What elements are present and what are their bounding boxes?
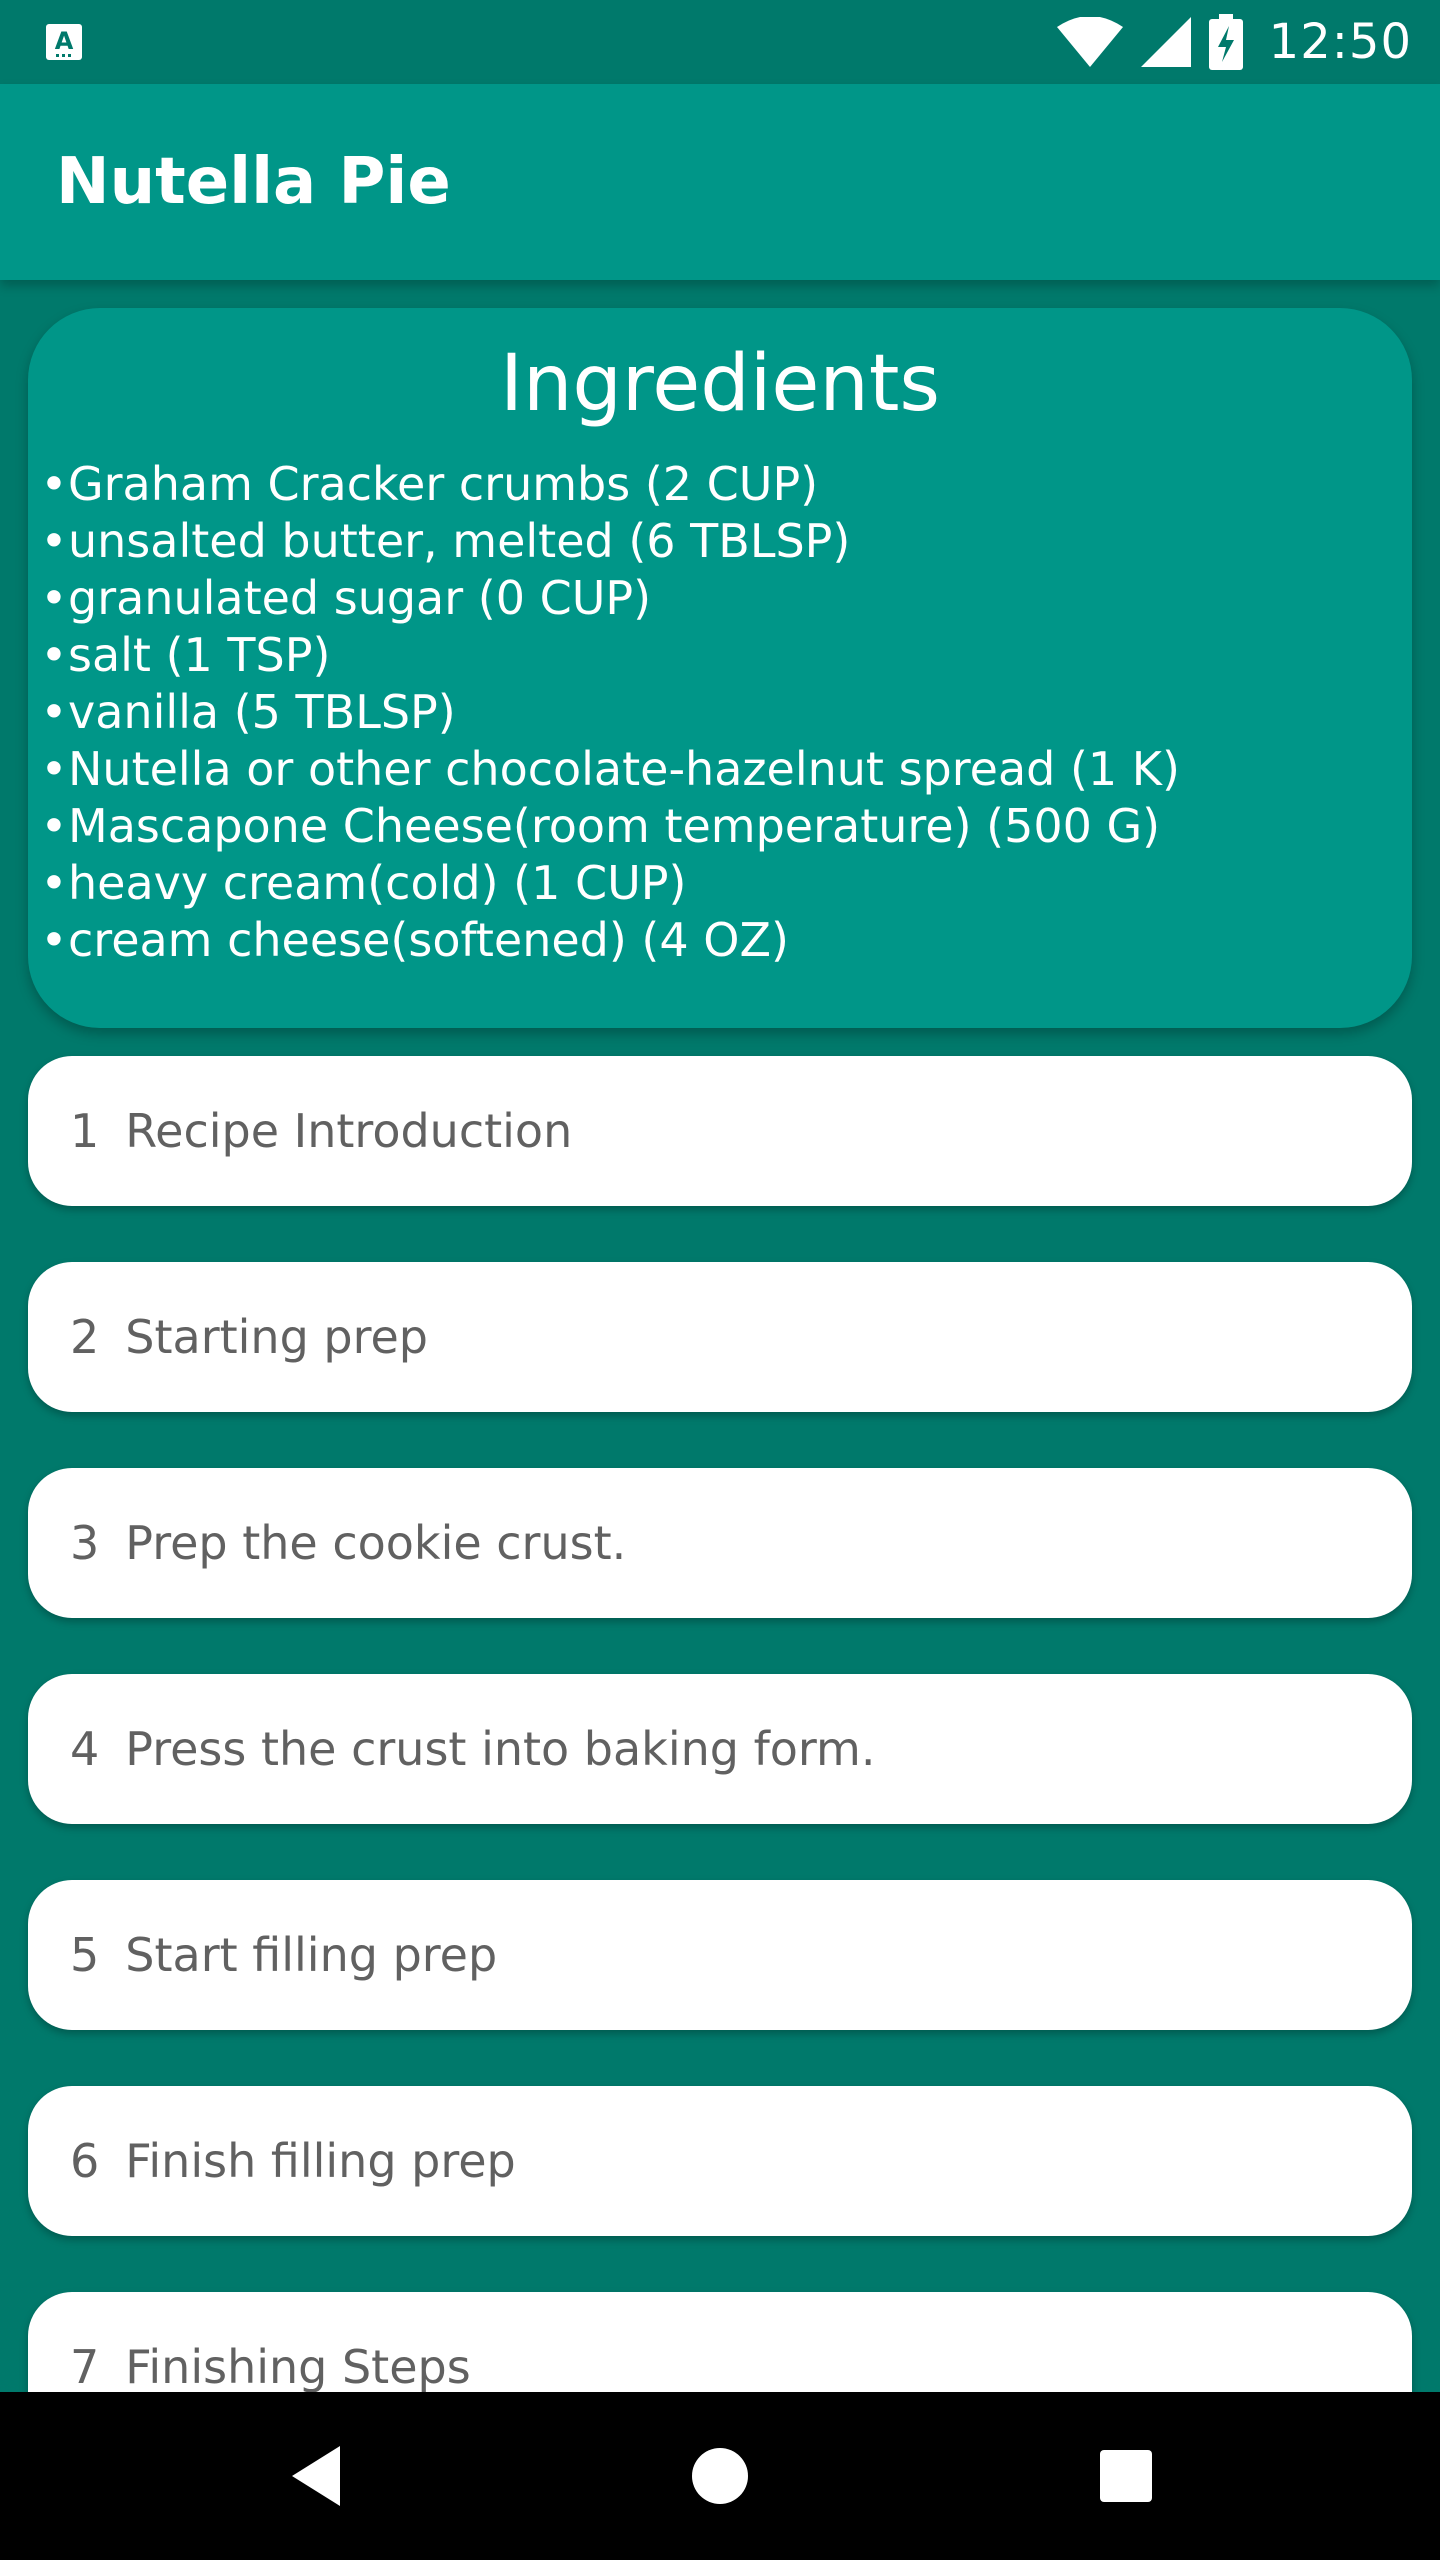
ingredient-item: •Mascapone Cheese(room temperature) (500…	[40, 798, 1180, 855]
step-number: 7	[70, 2340, 100, 2392]
ingredient-item: •granulated sugar (0 CUP)	[40, 570, 1180, 627]
recents-button[interactable]	[1082, 2432, 1170, 2520]
bullet: •	[40, 913, 68, 967]
ingredient-text: Graham Cracker crumbs (2 CUP)	[68, 457, 819, 511]
bullet: •	[40, 571, 68, 625]
step-card-5[interactable]: 5 Start filling prep	[28, 1880, 1412, 2030]
ingredient-item: •vanilla (5 TBLSP)	[40, 684, 1180, 741]
step-label: Press the crust into baking form.	[125, 1722, 876, 1776]
bullet: •	[40, 856, 68, 910]
signal-icon	[1140, 17, 1191, 67]
step-label: Recipe Introduction	[125, 1104, 573, 1158]
ingredient-text: vanilla (5 TBLSP)	[68, 685, 456, 739]
battery-charging-icon	[1208, 14, 1243, 70]
bullet: •	[40, 457, 68, 511]
home-button[interactable]	[676, 2432, 764, 2520]
ingredient-item: •Nutella or other chocolate-hazelnut spr…	[40, 741, 1180, 798]
step-number: 6	[70, 2134, 100, 2188]
ingredient-text: granulated sugar (0 CUP)	[68, 571, 652, 625]
step-label: Start filling prep	[125, 1928, 498, 1982]
ingredient-text: heavy cream(cold) (1 CUP)	[68, 856, 687, 910]
step-number: 3	[70, 1516, 100, 1570]
step-number: 1	[70, 1104, 100, 1158]
status-icons: 12:50	[1056, 0, 1412, 84]
step-number: 2	[70, 1310, 100, 1364]
ingredient-item: •heavy cream(cold) (1 CUP)	[40, 855, 1180, 912]
ingredient-text: unsalted butter, melted (6 TBLSP)	[68, 514, 851, 568]
ingredient-item: •unsalted butter, melted (6 TBLSP)	[40, 513, 1180, 570]
step-card-3[interactable]: 3 Prep the cookie crust.	[28, 1468, 1412, 1618]
system-nav-bar	[0, 2392, 1440, 2560]
bullet: •	[40, 685, 68, 739]
step-number: 5	[70, 1928, 100, 1982]
bullet: •	[40, 742, 68, 796]
home-icon	[692, 2448, 748, 2504]
ingredient-item: •cream cheese(softened) (4 OZ)	[40, 912, 1180, 969]
recipe-content[interactable]: Ingredients •Graham Cracker crumbs (2 CU…	[0, 280, 1440, 2392]
ingredients-title: Ingredients	[499, 339, 941, 429]
step-label: Prep the cookie crust.	[125, 1516, 627, 1570]
ingredient-text: cream cheese(softened) (4 OZ)	[68, 913, 789, 967]
step-card-7[interactable]: 7 Finishing Steps	[28, 2292, 1412, 2392]
step-card-6[interactable]: 6 Finish filling prep	[28, 2086, 1412, 2236]
bullet: •	[40, 628, 68, 682]
app-bar: Nutella Pie	[0, 84, 1440, 280]
ingredient-text: salt (1 TSP)	[68, 628, 331, 682]
svg-text:A: A	[55, 27, 74, 55]
step-label: Finishing Steps	[125, 2340, 471, 2392]
ingredients-list: •Graham Cracker crumbs (2 CUP) •unsalted…	[40, 456, 1180, 969]
step-card-4[interactable]: 4 Press the crust into baking form.	[28, 1674, 1412, 1824]
step-label: Finish filling prep	[125, 2134, 516, 2188]
bullet: •	[40, 514, 68, 568]
ingredient-text: Nutella or other chocolate-hazelnut spre…	[68, 742, 1180, 796]
wifi-icon	[1056, 17, 1123, 67]
ingredients-card: Ingredients •Graham Cracker crumbs (2 CU…	[28, 308, 1412, 1028]
back-button[interactable]	[272, 2432, 360, 2520]
ingredient-item: •Graham Cracker crumbs (2 CUP)	[40, 456, 1180, 513]
ingredient-item: •salt (1 TSP)	[40, 627, 1180, 684]
step-label: Starting prep	[125, 1310, 429, 1364]
back-icon	[292, 2446, 340, 2506]
keyboard-a-icon: A	[46, 24, 82, 60]
status-bar: A 12:50	[0, 0, 1440, 84]
bullet: •	[40, 799, 68, 853]
ingredient-text: Mascapone Cheese(room temperature) (500 …	[68, 799, 1161, 853]
step-number: 4	[70, 1722, 100, 1776]
status-time: 12:50	[1268, 14, 1412, 70]
recents-icon	[1100, 2450, 1152, 2502]
page-title: Nutella Pie	[56, 145, 451, 219]
step-card-2[interactable]: 2 Starting prep	[28, 1262, 1412, 1412]
step-card-1[interactable]: 1 Recipe Introduction	[28, 1056, 1412, 1206]
